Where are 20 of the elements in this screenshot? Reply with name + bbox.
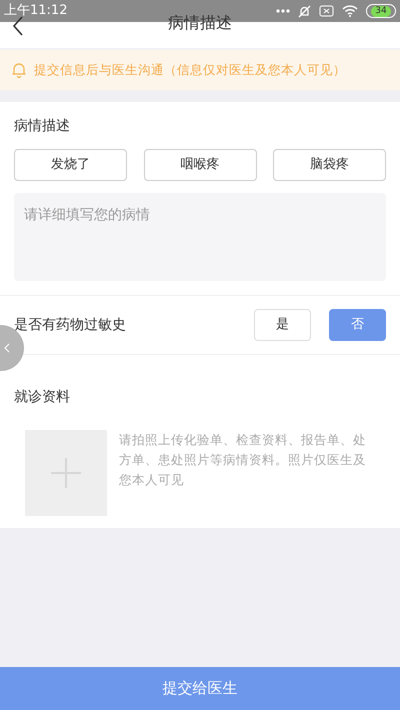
chevron-left-icon <box>4 343 10 353</box>
more-icon <box>276 9 290 13</box>
back-icon[interactable] <box>12 16 24 36</box>
allergy-label: 是否有药物过敏史 <box>14 316 126 334</box>
symptom-tag[interactable]: 咽喉疼 <box>144 149 256 181</box>
section-title: 就诊资料 <box>14 388 71 407</box>
section-title: 病情描述 <box>14 117 71 136</box>
allergy-option[interactable]: 是 <box>254 309 311 341</box>
wifi-icon <box>342 5 358 17</box>
symptom-tag[interactable]: 发烧了 <box>14 149 127 181</box>
bell-muted-icon <box>298 4 311 18</box>
notice-text: 提交信息后与医生沟通（信息仅对医生及您本人可见） <box>34 60 346 79</box>
sim-icon <box>319 5 334 17</box>
upload-hint: 请拍照上传化验单、检查资料、报告单、处方单、患处照片等病情资料。照片仅医生及您本人可见 <box>119 431 367 489</box>
symptom-tag[interactable]: 脑袋疼 <box>273 149 386 181</box>
description-field[interactable]: 请详细填写您的病情 <box>14 193 386 281</box>
status-time: 上午11:12 <box>4 2 68 20</box>
battery-icon: 34 <box>366 4 396 18</box>
bell-icon <box>12 62 26 78</box>
plus-icon <box>50 457 82 489</box>
